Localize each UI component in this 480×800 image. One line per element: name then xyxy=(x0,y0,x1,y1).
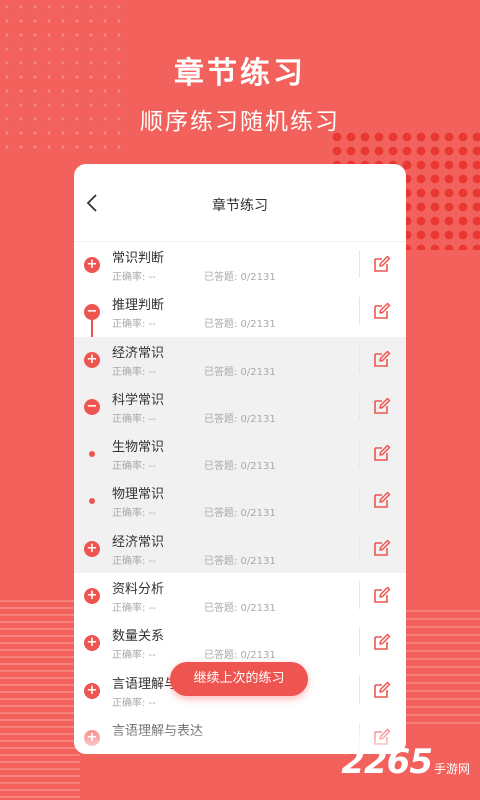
accuracy-label: 正确率: -- xyxy=(112,603,156,615)
divider xyxy=(359,675,360,704)
accuracy-label: 正确率: -- xyxy=(112,508,156,520)
edit-icon[interactable] xyxy=(372,585,392,605)
chapter-item[interactable]: 生物常识正确率: -- 已答题: 0/2131 xyxy=(74,431,406,479)
chapter-name: 科学常识 xyxy=(112,392,165,408)
answered-count: 已答题: 0/2131 xyxy=(204,555,276,567)
chapter-item[interactable]: + 常识判断正确率: -- 已答题: 0/2131 xyxy=(74,242,406,289)
chapter-name: 数量关系 xyxy=(112,629,165,645)
collapse-icon[interactable]: − xyxy=(84,398,100,415)
answered-count: 已答题: 0/2131 xyxy=(204,461,276,473)
edit-icon[interactable] xyxy=(372,538,392,558)
watermark: 2265 手游网 xyxy=(341,742,470,782)
chapter-item[interactable]: + 经济常识正确率: -- 已答题: 0/2131 xyxy=(74,525,406,574)
expand-icon[interactable]: + xyxy=(84,351,100,368)
divider xyxy=(359,533,360,562)
divider xyxy=(359,628,360,657)
chapter-name: 生物常识 xyxy=(112,440,165,456)
divider xyxy=(359,344,360,373)
accuracy-label: 正确率: -- xyxy=(112,272,156,283)
chapter-item[interactable]: + 数量关系正确率: -- 已答题: 0/2131 xyxy=(74,620,406,667)
divider xyxy=(359,486,360,515)
timeline-dot xyxy=(89,498,95,505)
chapter-name: 经济常识 xyxy=(112,345,165,361)
accuracy-label: 正确率: -- xyxy=(112,319,156,331)
edit-icon[interactable] xyxy=(372,490,392,510)
promo-subtitle: 顺序练习随机练习 xyxy=(140,109,340,135)
answered-count: 已答题: 0/2131 xyxy=(204,603,276,615)
chapter-name: 资料分析 xyxy=(112,582,165,598)
expand-icon[interactable]: + xyxy=(84,257,100,273)
chapter-item[interactable]: − 推理判断正确率: -- 已答题: 0/2131 xyxy=(74,289,406,336)
accuracy-label: 正确率: -- xyxy=(112,461,156,473)
answered-count: 已答题: 0/2131 xyxy=(204,413,276,425)
edit-icon[interactable] xyxy=(372,443,392,463)
timeline-dot xyxy=(89,451,95,458)
answered-count: 已答题: 0/2131 xyxy=(204,650,276,662)
divider xyxy=(359,250,360,278)
edit-icon[interactable] xyxy=(372,396,392,416)
chapter-name: 推理判断 xyxy=(112,298,165,314)
expand-icon[interactable]: + xyxy=(84,635,100,652)
divider xyxy=(359,581,360,610)
accuracy-label: 正确率: -- xyxy=(112,555,156,567)
divider xyxy=(359,297,360,326)
chapter-name: 常识判断 xyxy=(112,251,165,266)
answered-count: 已答题: 0/2131 xyxy=(204,319,276,331)
chapter-item[interactable]: − 科学常识正确率: -- 已答题: 0/2131 xyxy=(74,383,406,432)
expand-icon[interactable]: + xyxy=(84,588,100,605)
decorative-lines-right xyxy=(400,610,480,730)
divider xyxy=(359,439,360,468)
chapter-item[interactable]: + 资料分析正确率: -- 已答题: 0/2131 xyxy=(74,573,406,620)
page-title: 章节练习 xyxy=(212,198,268,214)
accuracy-label: 正确率: -- xyxy=(112,366,156,378)
accuracy-label: 正确率: -- xyxy=(112,413,156,425)
accuracy-label: 正确率: -- xyxy=(112,650,156,662)
edit-icon[interactable] xyxy=(372,254,392,274)
edit-icon[interactable] xyxy=(372,301,392,321)
expand-icon[interactable]: + xyxy=(84,682,100,699)
promo-title: 章节练习 xyxy=(174,56,306,91)
answered-count: 已答题: 0/2131 xyxy=(204,508,276,520)
continue-practice-button[interactable]: 继续上次的练习 xyxy=(170,662,308,696)
edit-icon[interactable] xyxy=(372,680,392,700)
chapter-item[interactable]: 物理常识正确率: -- 已答题: 0/2131 xyxy=(74,478,406,526)
decorative-lines xyxy=(0,600,80,800)
card-header: 章节练习 xyxy=(74,164,406,242)
expand-icon[interactable]: + xyxy=(84,540,100,557)
edit-icon[interactable] xyxy=(372,632,392,652)
answered-count: 已答题: 0/2131 xyxy=(204,272,276,283)
answered-count: 已答题: 0/2131 xyxy=(204,366,276,378)
accuracy-label: 正确率: -- xyxy=(112,697,156,709)
edit-icon[interactable] xyxy=(372,349,392,369)
collapse-icon[interactable]: − xyxy=(84,304,100,321)
chapter-item[interactable]: + 经济常识正确率: -- 已答题: 0/2131 xyxy=(74,336,406,384)
phone-screen: 章节练习 + 常识判断 正确率: -- 已答题: 0/2131− 推理判断 正确率: --… xyxy=(74,164,406,754)
watermark-number: 2265 xyxy=(341,742,433,782)
watermark-site: 手游网 xyxy=(433,762,470,776)
chapter-name: 经济常识 xyxy=(112,534,165,550)
chapter-name: 物理常识 xyxy=(112,487,165,503)
divider xyxy=(359,391,360,420)
